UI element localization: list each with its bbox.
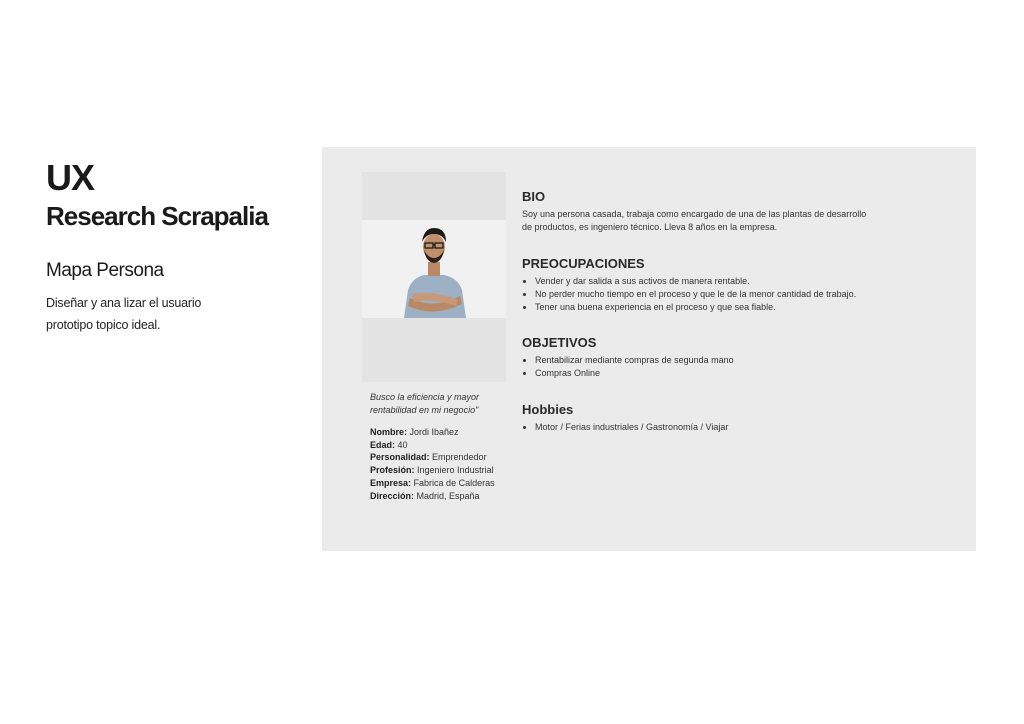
description: Diseñar y ana lizar el usuario prototipo… xyxy=(46,292,286,336)
list-item: Vender y dar salida a sus activos de man… xyxy=(535,275,882,288)
section-title-hobbies: Hobbies xyxy=(522,402,574,417)
fact-profesion: Profesión: Ingeniero Industrial xyxy=(370,464,495,477)
list-item: Motor / Ferias industriales / Gastronomí… xyxy=(535,421,882,434)
objetivos-list: Rentabilizar mediante compras de segunda… xyxy=(522,354,882,380)
section-preocupaciones: PREOCUPACIONES Vender y dar salida a sus… xyxy=(522,256,882,314)
section-title-preocupaciones: PREOCUPACIONES xyxy=(522,256,645,271)
section-title-objetivos: OBJETIVOS xyxy=(522,335,597,350)
subtitle: Mapa Persona xyxy=(46,260,164,281)
list-item: No perder mucho tiempo en el proceso y q… xyxy=(535,288,882,301)
fact-value: Ingeniero Industrial xyxy=(417,465,494,476)
fact-label: Personalidad: xyxy=(370,452,430,463)
fact-direccion: Dirección: Madrid, España xyxy=(370,490,495,503)
section-objetivos: OBJETIVOS Rentabilizar mediante compras … xyxy=(522,335,882,380)
preocupaciones-list: Vender y dar salida a sus activos de man… xyxy=(522,275,882,314)
fact-value: Emprendedor xyxy=(432,452,487,463)
fact-label: Nombre: xyxy=(370,427,408,437)
header-block: UX Research Scrapalia Mapa Persona Diseñ… xyxy=(46,156,286,336)
list-item: Tener una buena experiencia en el proces… xyxy=(535,301,882,314)
list-item: Compras Online xyxy=(535,367,882,380)
fact-value: Jordi Ibañez xyxy=(409,427,459,437)
description-line-2: prototipo topico ideal. xyxy=(46,318,161,332)
persona-photo xyxy=(362,220,506,318)
description-line-1: Diseñar y ana lizar el usuario xyxy=(46,296,202,310)
persona-facts: Nombre: Jordi Ibañez Edad: 40 Personalid… xyxy=(370,426,495,502)
title-line-1: UX xyxy=(46,157,95,198)
fact-label: Empresa: xyxy=(370,477,412,488)
fact-value: 40 xyxy=(397,439,408,450)
fact-edad: Edad: 40 xyxy=(370,439,495,452)
fact-value: Madrid, España xyxy=(416,490,480,501)
fact-label: Edad: xyxy=(370,439,396,450)
fact-empresa: Empresa: Fabrica de Calderas xyxy=(370,477,495,490)
quote-line-1: Busco la eficiencia y mayor xyxy=(370,392,480,402)
fact-value: Fabrica de Calderas xyxy=(413,477,495,488)
fact-label: Profesión: xyxy=(370,465,415,476)
photo-column xyxy=(362,172,506,382)
fact-nombre: Nombre: Jordi Ibañez xyxy=(370,426,495,439)
hobbies-list: Motor / Ferias industriales / Gastronomí… xyxy=(522,421,882,434)
bio-line-1: Soy una persona casada, trabaja como enc… xyxy=(522,209,867,219)
section-bio: BIO Soy una persona casada, trabaja como… xyxy=(522,189,882,234)
persona-card: Busco la eficiencia y mayor rentabilidad… xyxy=(322,147,976,551)
person-illustration xyxy=(362,220,506,318)
fact-label: Dirección: xyxy=(370,490,415,501)
persona-quote: Busco la eficiencia y mayor rentabilidad… xyxy=(370,391,510,417)
quote-line-2: rentabilidad en mi negocio" xyxy=(370,405,479,415)
section-title-bio: BIO xyxy=(522,189,546,204)
bio-line-2: de productos, es ingeniero técnico. Llev… xyxy=(522,222,778,232)
title-line-2: Research Scrapalia xyxy=(46,201,269,231)
list-item: Rentabilizar mediante compras de segunda… xyxy=(535,354,882,367)
section-hobbies: Hobbies Motor / Ferias industriales / Ga… xyxy=(522,402,882,434)
fact-personalidad: Personalidad: Emprendedor xyxy=(370,451,495,464)
